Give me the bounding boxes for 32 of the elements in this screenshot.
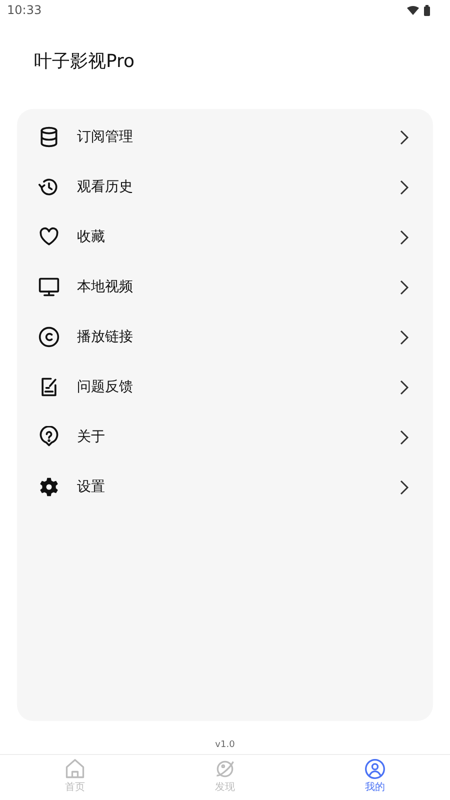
gear-icon (38, 476, 60, 498)
app-title: 叶子影视Pro (34, 50, 135, 73)
menu-item[interactable]: 问题反馈 (17, 362, 433, 412)
chevron-right-icon (400, 230, 409, 244)
chevron-right-icon (400, 480, 409, 494)
menu-item[interactable]: 设置 (17, 462, 433, 512)
database-icon (38, 126, 60, 148)
wifi-icon (407, 6, 419, 14)
status-time: 10:33 (7, 3, 42, 17)
version-text: v1.0 (215, 740, 235, 750)
menu-item[interactable]: 关于 (17, 412, 433, 462)
chevron-right-icon (400, 280, 409, 294)
chevron-right-icon (400, 330, 409, 344)
home-icon (64, 758, 86, 780)
chevron-right-icon (400, 130, 409, 144)
chevron-right-icon (400, 180, 409, 194)
copyright-icon (38, 326, 60, 348)
chevron-right-icon (400, 380, 409, 394)
menu-item[interactable]: 收藏 (17, 212, 433, 262)
menu-item[interactable]: 订阅管理 (17, 112, 433, 162)
monitor-icon (38, 276, 60, 298)
battery-icon (424, 4, 430, 16)
tab[interactable]: 我的 (300, 755, 450, 800)
planet-icon (214, 758, 236, 780)
heart-icon (38, 226, 60, 248)
history-icon (38, 176, 60, 198)
help-icon (38, 426, 60, 448)
menu-item[interactable]: 本地视频 (17, 262, 433, 312)
menu-item[interactable]: 播放链接 (17, 312, 433, 362)
user-icon (364, 758, 386, 780)
chevron-right-icon (400, 430, 409, 444)
menu-item[interactable]: 观看历史 (17, 162, 433, 212)
